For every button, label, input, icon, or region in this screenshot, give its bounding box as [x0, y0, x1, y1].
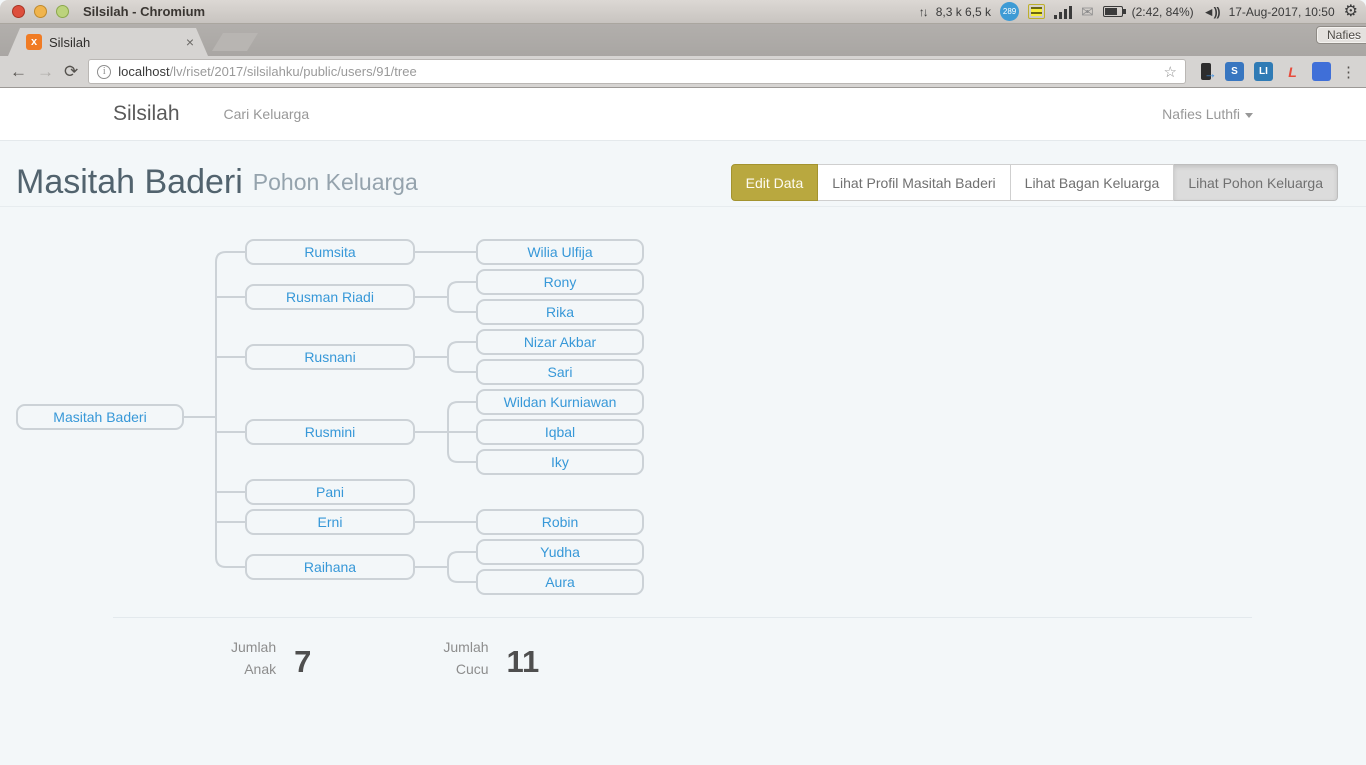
- extension-blue-icon[interactable]: [1312, 62, 1331, 81]
- stat-label: JumlahCucu: [443, 636, 488, 680]
- tree-node-aura[interactable]: Aura: [476, 569, 644, 595]
- stat-jumlah-cucu: JumlahCucu 11: [443, 636, 539, 680]
- back-button[interactable]: ←: [10, 63, 27, 80]
- extension-laravel-icon[interactable]: L: [1283, 62, 1302, 81]
- session-tooltip: Nafies: [1316, 26, 1366, 44]
- window-minimize-button[interactable]: [34, 5, 47, 18]
- system-tray: ↑↓ 8,3 k 6,5 k 289 ✉ (2:42, 84%) ◄)) 17-…: [919, 2, 1358, 21]
- network-rates: 8,3 k 6,5 k: [936, 5, 991, 19]
- mail-indicator-icon[interactable]: ✉: [1081, 3, 1094, 21]
- stat-value: 7: [294, 644, 311, 680]
- stats-row: JumlahAnak 7 JumlahCucu 11: [0, 618, 1366, 680]
- action-button-group: Edit Data Lihat Profil Masitah Baderi Li…: [731, 164, 1338, 201]
- notes-indicator-icon[interactable]: [1028, 4, 1045, 19]
- page-info-icon[interactable]: i: [97, 65, 111, 79]
- browser-tabstrip: x Silsilah ×: [0, 24, 1366, 56]
- extension-li-icon[interactable]: LI: [1254, 62, 1273, 81]
- brand-link[interactable]: Silsilah: [113, 102, 180, 126]
- tree-node-nizar-akbar[interactable]: Nizar Akbar: [476, 329, 644, 355]
- lihat-bagan-button[interactable]: Lihat Bagan Keluarga: [1011, 164, 1175, 201]
- clock[interactable]: 17-Aug-2017, 10:50: [1229, 5, 1335, 19]
- sound-indicator-icon[interactable]: ◄)): [1203, 5, 1220, 19]
- tree-node-pani[interactable]: Pani: [245, 479, 415, 505]
- tree-node-rika[interactable]: Rika: [476, 299, 644, 325]
- stat-value: 11: [507, 644, 540, 680]
- stat-jumlah-anak: JumlahAnak 7: [231, 636, 311, 680]
- page-subtitle: Pohon Keluarga: [253, 169, 418, 196]
- tree-node-wilia-ulfija[interactable]: Wilia Ulfija: [476, 239, 644, 265]
- tab-close-icon[interactable]: ×: [186, 35, 194, 49]
- forward-button[interactable]: →: [37, 63, 54, 80]
- tab-title: Silsilah: [49, 35, 186, 50]
- tab-favicon-icon: x: [26, 34, 42, 50]
- nav-link-cari-keluarga[interactable]: Cari Keluarga: [224, 106, 310, 122]
- tree-node-yudha[interactable]: Yudha: [476, 539, 644, 565]
- window-maximize-button[interactable]: [56, 5, 69, 18]
- tree-node-wildan-kurniawan[interactable]: Wildan Kurniawan: [476, 389, 644, 415]
- user-menu[interactable]: Nafies Luthfi: [1162, 106, 1253, 122]
- lihat-pohon-button[interactable]: Lihat Pohon Keluarga: [1174, 164, 1338, 201]
- tree-node-rusnani[interactable]: Rusnani: [245, 344, 415, 370]
- url-host: localhost: [118, 64, 169, 79]
- address-bar[interactable]: i localhost/lv/riset/2017/silsilahku/pub…: [88, 59, 1186, 84]
- tree-node-rusman-riadi[interactable]: Rusman Riadi: [245, 284, 415, 310]
- tree-node-rony[interactable]: Rony: [476, 269, 644, 295]
- browser-menu-icon[interactable]: ⋮: [1341, 63, 1356, 81]
- battery-icon[interactable]: [1103, 6, 1123, 17]
- bookmark-star-icon[interactable]: ☆: [1164, 63, 1177, 81]
- tree-node-rumsita[interactable]: Rumsita: [245, 239, 415, 265]
- edit-data-button[interactable]: Edit Data: [731, 164, 819, 201]
- lihat-profil-button[interactable]: Lihat Profil Masitah Baderi: [818, 164, 1010, 201]
- new-tab-button[interactable]: [212, 33, 258, 51]
- tree-node-robin[interactable]: Robin: [476, 509, 644, 535]
- signal-strength-icon[interactable]: [1054, 5, 1072, 19]
- window-titlebar: Silsilah - Chromium ↑↓ 8,3 k 6,5 k 289 ✉…: [0, 0, 1366, 24]
- tree-node-rusmini[interactable]: Rusmini: [245, 419, 415, 445]
- window-controls: [12, 5, 69, 18]
- tree-node-masitah-baderi[interactable]: Masitah Baderi: [16, 404, 184, 430]
- app-navbar: Silsilah Cari Keluarga Nafies Luthfi: [0, 88, 1366, 141]
- tree-node-sari[interactable]: Sari: [476, 359, 644, 385]
- messenger-badge-icon[interactable]: 289: [1000, 2, 1019, 21]
- screen: Silsilah - Chromium ↑↓ 8,3 k 6,5 k 289 ✉…: [0, 0, 1366, 765]
- tree-node-erni[interactable]: Erni: [245, 509, 415, 535]
- battery-status: (2:42, 84%): [1132, 5, 1194, 19]
- stat-label: JumlahAnak: [231, 636, 276, 680]
- window-title: Silsilah - Chromium: [83, 4, 205, 19]
- chevron-down-icon: [1245, 113, 1253, 118]
- page-title: Masitah Baderi: [16, 163, 243, 202]
- tree-node-iky[interactable]: Iky: [476, 449, 644, 475]
- browser-toolbar: ← → ⟳ i localhost/lv/riset/2017/silsilah…: [0, 56, 1366, 88]
- url-path: /lv/riset/2017/silsilahku/public/users/9…: [170, 64, 417, 79]
- extension-s-icon[interactable]: S: [1225, 62, 1244, 81]
- browser-tab-silsilah[interactable]: x Silsilah ×: [8, 28, 208, 56]
- network-traffic-icon[interactable]: ↑↓: [919, 5, 927, 19]
- extension-phone-icon[interactable]: →: [1196, 62, 1215, 81]
- url-text[interactable]: localhost/lv/riset/2017/silsilahku/publi…: [118, 64, 1156, 79]
- user-menu-label: Nafies Luthfi: [1162, 106, 1240, 122]
- tree-node-iqbal[interactable]: Iqbal: [476, 419, 644, 445]
- tree-node-raihana[interactable]: Raihana: [245, 554, 415, 580]
- reload-button[interactable]: ⟳: [64, 63, 78, 80]
- window-close-button[interactable]: [12, 5, 25, 18]
- page-content: Masitah Baderi Pohon Keluarga Edit Data …: [0, 141, 1366, 765]
- page-header: Masitah Baderi Pohon Keluarga Edit Data …: [0, 141, 1366, 207]
- session-gear-icon[interactable]: ⚙: [1344, 4, 1358, 20]
- family-tree: Masitah Baderi Rumsita Wilia Ulfija Rusman …: [0, 207, 1366, 617]
